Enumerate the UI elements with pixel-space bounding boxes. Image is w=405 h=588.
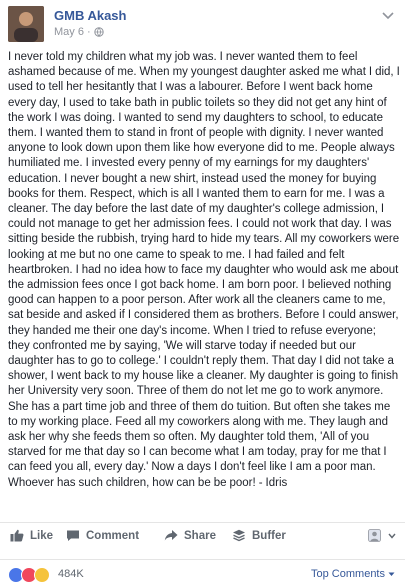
chevron-down-icon [388, 533, 396, 539]
reaction-count[interactable]: 484K [58, 568, 84, 580]
like-button[interactable]: Like [10, 529, 53, 542]
facebook-post: GMB Akash May 6 · I never told my childr… [0, 0, 405, 588]
caret-down-icon [388, 568, 395, 580]
page-selector-button[interactable] [368, 529, 396, 542]
top-comments-dropdown[interactable]: Top Comments [311, 568, 395, 580]
top-comments-label: Top Comments [311, 568, 385, 580]
post-date[interactable]: May 6 · [54, 26, 91, 38]
sad-reaction-icon [34, 567, 50, 583]
reaction-icons[interactable] [8, 567, 50, 583]
share-button[interactable]: Share [164, 529, 216, 542]
buffer-button[interactable]: Buffer [232, 529, 286, 542]
chevron-down-icon[interactable] [381, 8, 395, 20]
post-header: GMB Akash May 6 · [8, 6, 397, 42]
globe-icon [93, 27, 104, 37]
buffer-stack-icon [232, 529, 246, 542]
share-label: Share [184, 529, 216, 542]
reactions-bar: 484K Top Comments [0, 559, 405, 584]
like-label: Like [30, 529, 54, 542]
post-action-bar: Like Comment Share Buffer [0, 522, 405, 549]
post-body-text: I never told my children what my job was… [8, 51, 400, 489]
thumbs-up-icon [10, 529, 24, 542]
page-avatar-icon [368, 529, 382, 542]
author-name[interactable]: GMB Akash [54, 8, 126, 23]
avatar[interactable] [8, 6, 44, 42]
comment-label: Comment [86, 529, 140, 542]
share-arrow-icon [164, 529, 178, 542]
post-meta: May 6 · [54, 26, 104, 38]
comment-icon [66, 529, 80, 542]
buffer-label: Buffer [252, 529, 286, 542]
comment-button[interactable]: Comment [66, 529, 139, 542]
